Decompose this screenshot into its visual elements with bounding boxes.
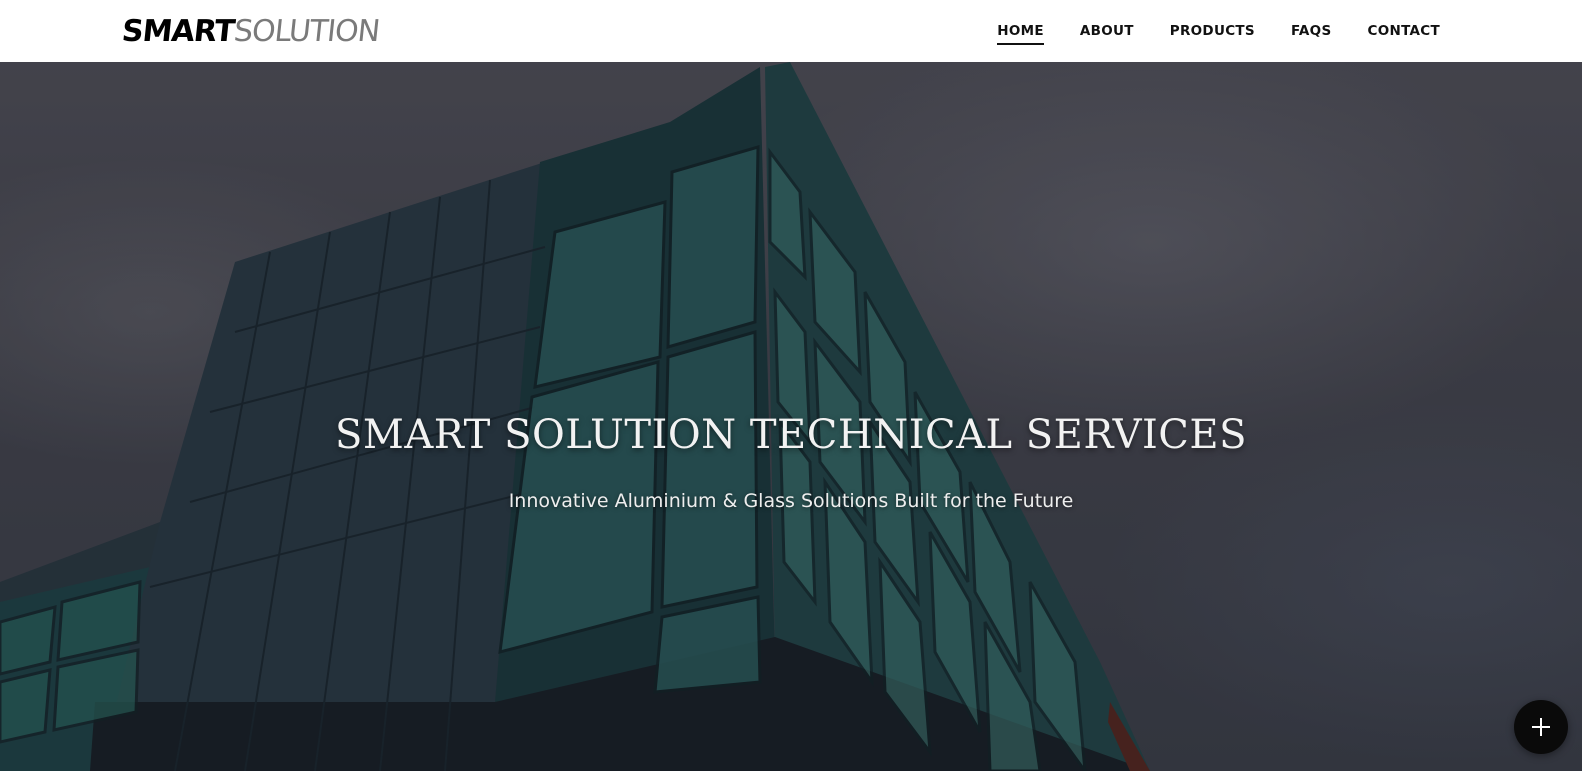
nav-contact[interactable]: CONTACT — [1367, 17, 1440, 45]
logo[interactable]: SMARTSOLUTION — [120, 10, 382, 54]
nav-home[interactable]: HOME — [997, 17, 1044, 45]
logo-text-solution: SOLUTION — [232, 14, 381, 49]
floating-action-button[interactable] — [1514, 700, 1568, 754]
nav-faqs[interactable]: FAQS — [1291, 17, 1332, 45]
site-header: SMARTSOLUTION HOME ABOUT PRODUCTS FAQS C… — [0, 0, 1582, 62]
nav-products[interactable]: PRODUCTS — [1170, 17, 1255, 45]
hero-title: SMART SOLUTION TECHNICAL SERVICES — [335, 412, 1247, 458]
main-nav: HOME ABOUT PRODUCTS FAQS CONTACT — [997, 0, 1440, 62]
hero-subtitle: Innovative Aluminium & Glass Solutions B… — [508, 490, 1074, 512]
nav-about[interactable]: ABOUT — [1080, 17, 1134, 45]
plus-icon — [1532, 718, 1550, 736]
hero-section: SMART SOLUTION TECHNICAL SERVICES Innova… — [0, 62, 1582, 771]
logo-text-smart: SMART — [120, 14, 236, 49]
